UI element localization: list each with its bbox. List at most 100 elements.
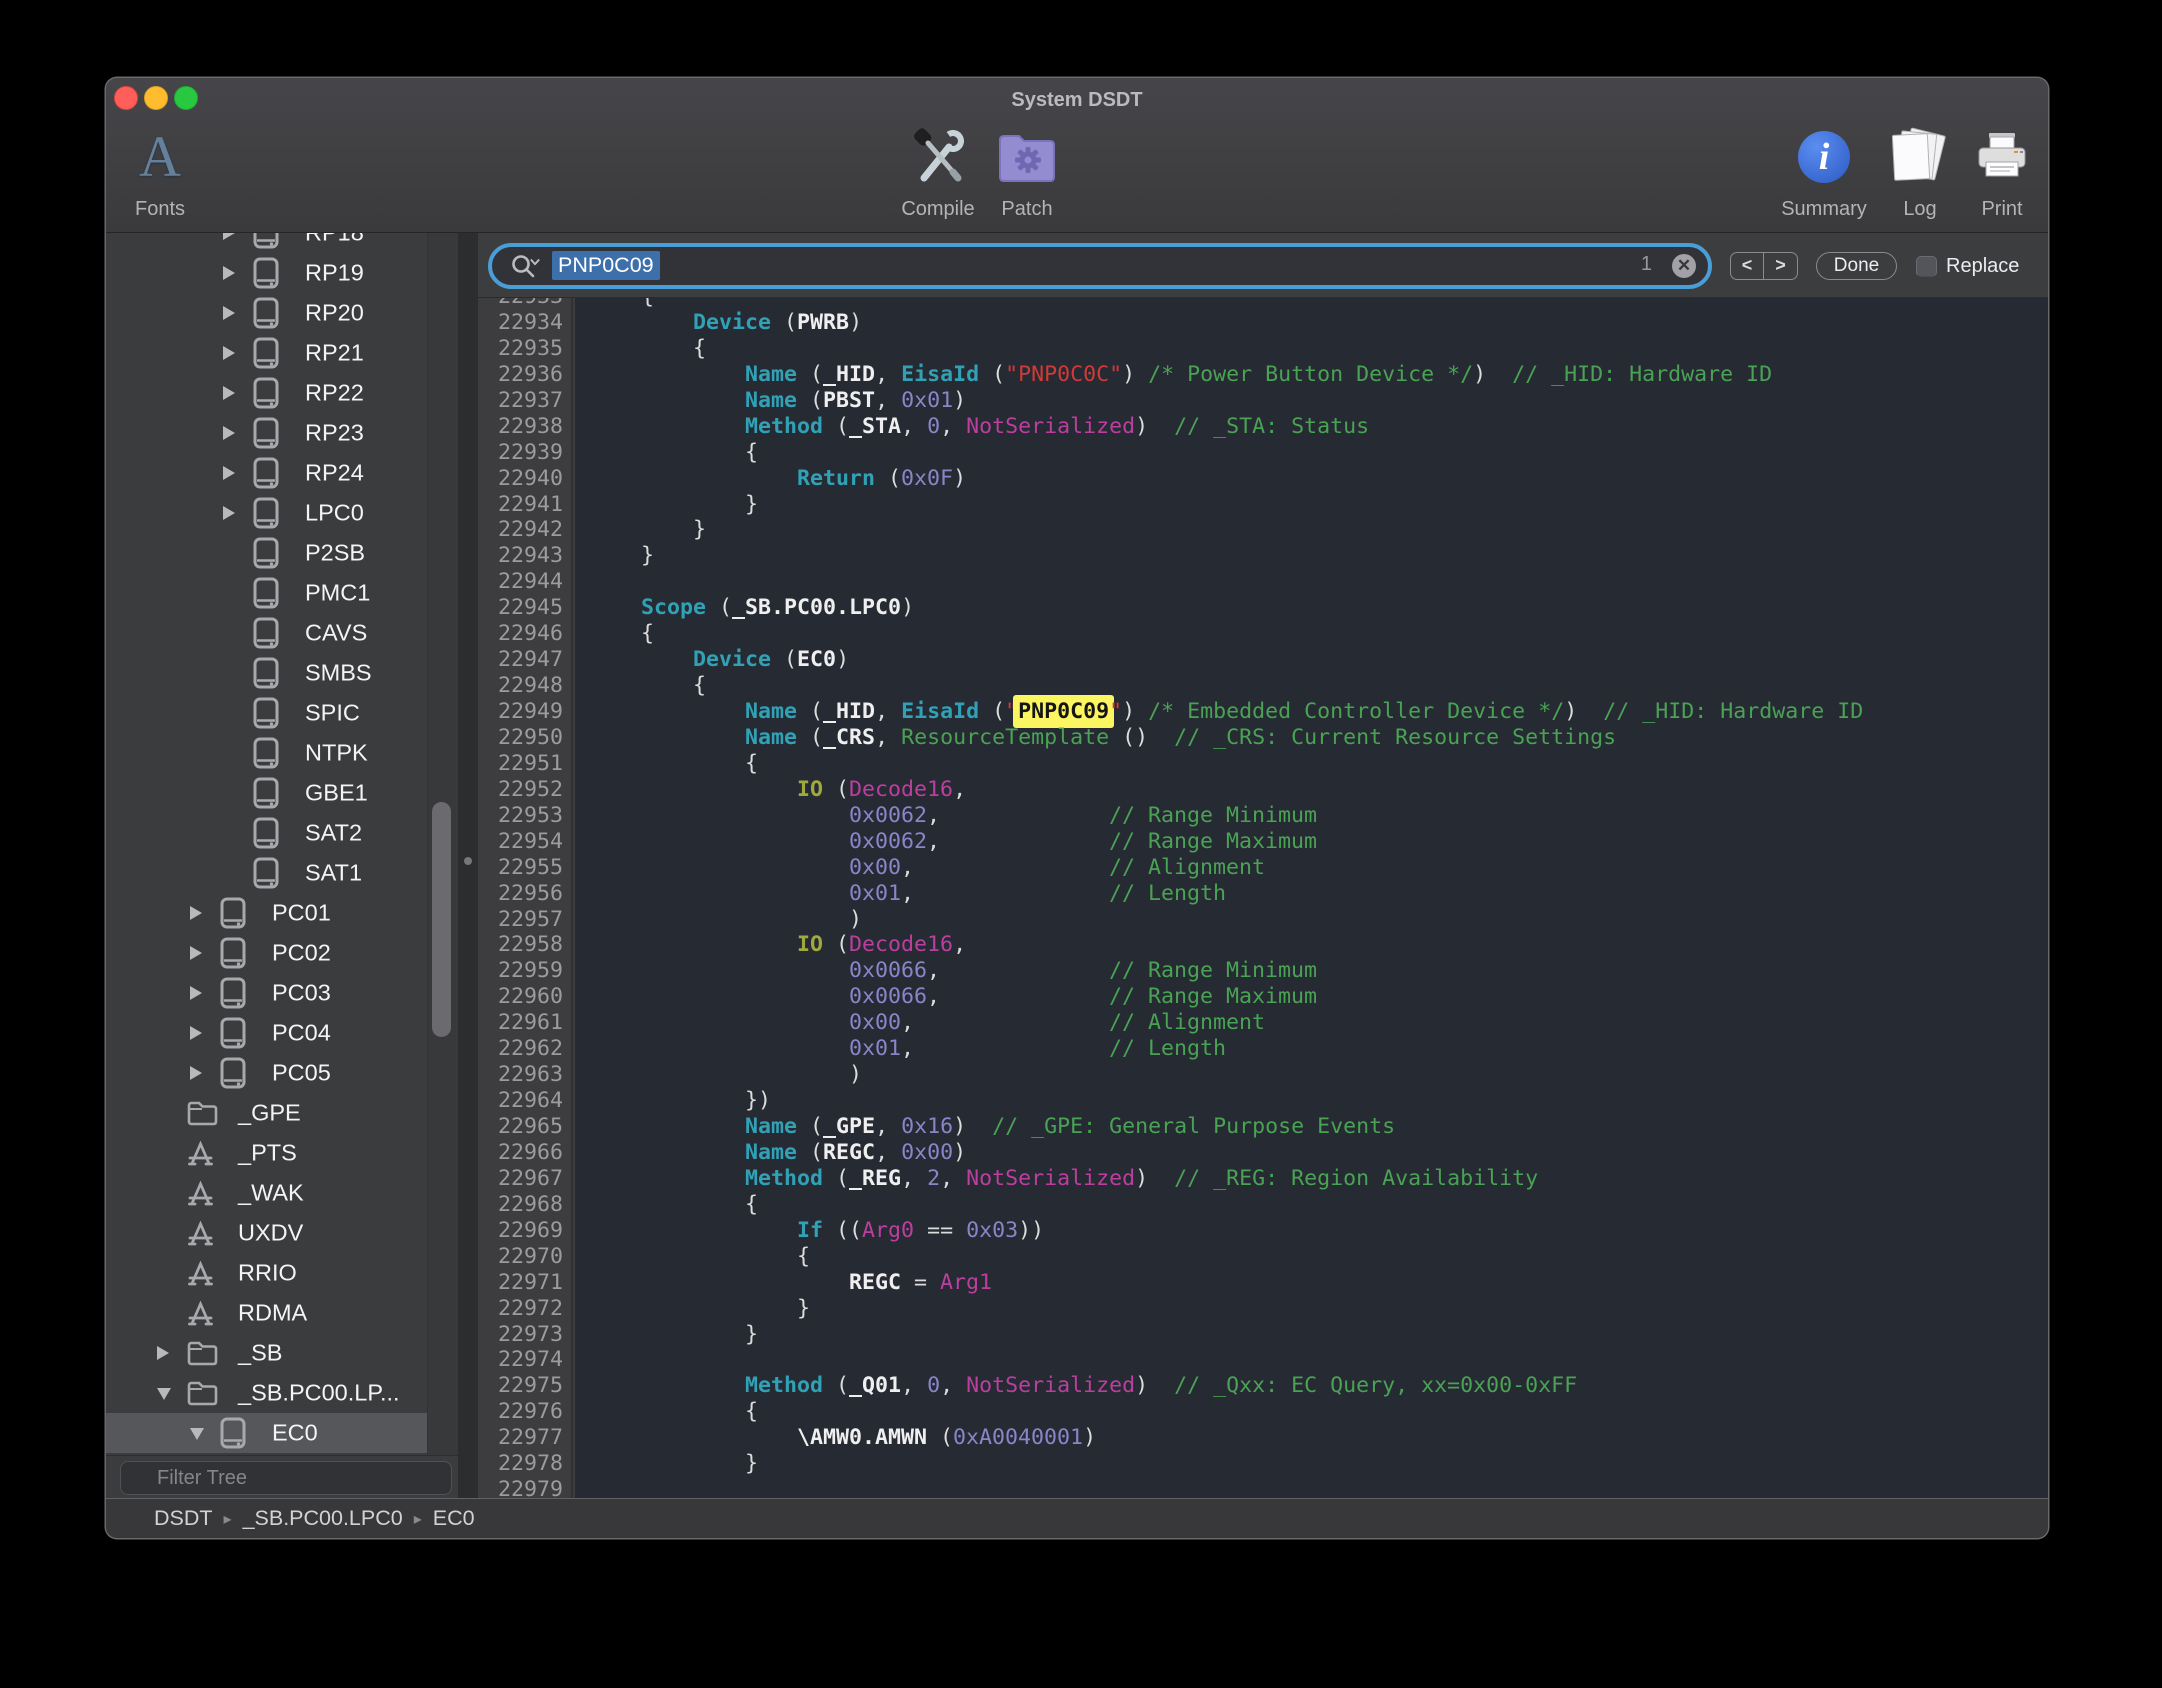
sidebar-item-sbpc00lp[interactable]: _SB.PC00.LP... [106,1373,427,1413]
breadcrumb-item[interactable]: EC0 [433,1506,475,1531]
code-line: 0x01, // Length [589,1036,1863,1062]
sidebar-item-label: _SB.PC00.LP... [238,1380,400,1407]
code-line: { [589,297,1863,310]
fonts-label: Fonts [106,198,220,221]
device-icon [253,233,279,249]
sidebar-item-lpc0[interactable]: LPC0 [106,493,427,533]
done-button[interactable]: Done [1816,252,1897,280]
sidebar-item-sb[interactable]: _SB [106,1333,427,1373]
code-line: ) [589,907,1863,933]
chevron-right-icon[interactable] [223,266,235,280]
clear-search-icon[interactable]: ✕ [1672,254,1696,278]
sidebar-item-sat2[interactable]: SAT2 [106,813,427,853]
chevron-right-icon[interactable] [223,306,235,320]
device-tree: RP18 RP19 RP20 RP21RP22RP23RP24 LPC0 P2SB PMC1… [106,233,427,1455]
sidebar-scrollbar-thumb[interactable] [432,802,451,1037]
code-line: IO (Decode16, [589,932,1863,958]
sidebar-item-pc01[interactable]: PC01 [106,893,427,933]
sidebar-item-ec0[interactable]: EC0 [106,1413,427,1453]
sidebar-item-label: P2SB [305,540,365,567]
sidebar-item-pc05[interactable]: PC05 [106,1053,427,1093]
search-input[interactable]: PNP0C09 1 ✕ [488,243,1712,289]
titlebar: System DSDT A Fonts Compile [106,78,2048,233]
device-icon [220,977,246,1009]
code-area[interactable]: { Device (PWRB) { Name (_HID, EisaId ("P… [575,298,2048,1498]
code-line: { [589,440,1863,466]
code-lines: { Device (PWRB) { Name (_HID, EisaId ("P… [575,297,1863,1498]
sidebar-item-rp24[interactable]: RP24 [106,453,427,493]
code-line: { [589,1244,1863,1270]
sidebar-item-p2sb[interactable]: P2SB [106,533,427,573]
sidebar-item-spic[interactable]: SPIC [106,693,427,733]
chevron-right-icon[interactable] [223,426,235,440]
chevron-right-icon[interactable] [190,1066,202,1080]
chevron-right-icon[interactable] [223,506,235,520]
code-line: } [589,1296,1863,1322]
chevron-right-icon[interactable] [223,386,235,400]
chevron-down-icon[interactable] [190,1428,204,1440]
find-previous-button[interactable]: < [1731,253,1764,279]
sidebar-item-label: PMC1 [305,580,370,607]
chevron-right-icon[interactable] [190,986,202,1000]
sidebar-item-pmc1[interactable]: PMC1 [106,573,427,613]
sidebar-item-rdma[interactable]: RDMA [106,1293,427,1333]
chevron-right-icon[interactable] [190,1026,202,1040]
device-icon [220,937,246,969]
pane-splitter[interactable] [458,233,478,1498]
chevron-right-icon[interactable] [223,466,235,480]
sidebar-item-rp22[interactable]: RP22 [106,373,427,413]
chevron-right-icon[interactable] [190,906,202,920]
line-numbers: 2293322934229352293622937229382293922940… [478,297,563,1498]
print-label: Print [1942,198,2048,221]
print-button[interactable]: Print [1942,118,2048,221]
device-icon [253,537,279,569]
chevron-right-icon[interactable] [223,346,235,360]
sidebar-item-pts[interactable]: _PTS [106,1133,427,1173]
filter-tree-input[interactable] [120,1461,452,1495]
sidebar-item-label: RP19 [305,260,364,287]
code-line [589,569,1863,595]
sidebar-item-smbs[interactable]: SMBS [106,653,427,693]
sidebar-item-pc03[interactable]: PC03 [106,973,427,1013]
sidebar-item-cavs[interactable]: CAVS [106,613,427,653]
sidebar-item-uxdv[interactable]: UXDV [106,1213,427,1253]
code-line: } [589,517,1863,543]
code-line: Name (_GPE, 0x16) // _GPE: General Purpo… [589,1114,1863,1140]
patch-label: Patch [967,198,1087,221]
chevron-down-icon[interactable] [157,1388,171,1400]
sidebar-item-sat1[interactable]: SAT1 [106,853,427,893]
sidebar-item-wak[interactable]: _WAK [106,1173,427,1213]
sidebar-item-label: RP20 [305,300,364,327]
sidebar-item-rp19[interactable]: RP19 [106,253,427,293]
sidebar-item-rp23[interactable]: RP23 [106,413,427,453]
sidebar-item-gbe1[interactable]: GBE1 [106,773,427,813]
search-icon[interactable] [510,253,544,281]
sidebar-item-pc04[interactable]: PC04 [106,1013,427,1053]
chevron-right-icon[interactable] [190,946,202,960]
sidebar-item-rrio[interactable]: RRIO [106,1253,427,1293]
chevron-right-icon[interactable] [223,233,235,240]
app-window: System DSDT A Fonts Compile [106,78,2048,1538]
find-next-button[interactable]: > [1764,253,1797,279]
sidebar-item-rp21[interactable]: RP21 [106,333,427,373]
sidebar-item-pc02[interactable]: PC02 [106,933,427,973]
sidebar-item-rp20[interactable]: RP20 [106,293,427,333]
sidebar-item-label: LPC0 [305,500,364,527]
search-value-selected: PNP0C09 [552,251,660,280]
sidebar-item-label: PC04 [272,1020,331,1047]
breadcrumb-item[interactable]: _SB.PC00.LPC0 [243,1506,403,1531]
replace-checkbox[interactable] [1916,256,1937,277]
sidebar-item-rp18[interactable]: RP18 [106,233,427,253]
sidebar-item-ntpk[interactable]: NTPK [106,733,427,773]
code-line: 0x0066, // Range Minimum [589,958,1863,984]
chevron-right-icon[interactable] [157,1346,169,1360]
method-icon [187,1220,214,1247]
patch-button[interactable]: Patch [967,118,1087,221]
sidebar-scrollbar-track[interactable] [427,233,458,1455]
code-line: 0x0062, // Range Minimum [589,803,1863,829]
sidebar-item-gpe[interactable]: _GPE [106,1093,427,1133]
fonts-button[interactable]: A Fonts [106,118,220,221]
code-editor[interactable]: 2293322934229352293622937229382293922940… [478,297,2048,1498]
breadcrumb-separator-icon: ▸ [414,1509,422,1529]
breadcrumb-item[interactable]: DSDT [154,1506,213,1531]
